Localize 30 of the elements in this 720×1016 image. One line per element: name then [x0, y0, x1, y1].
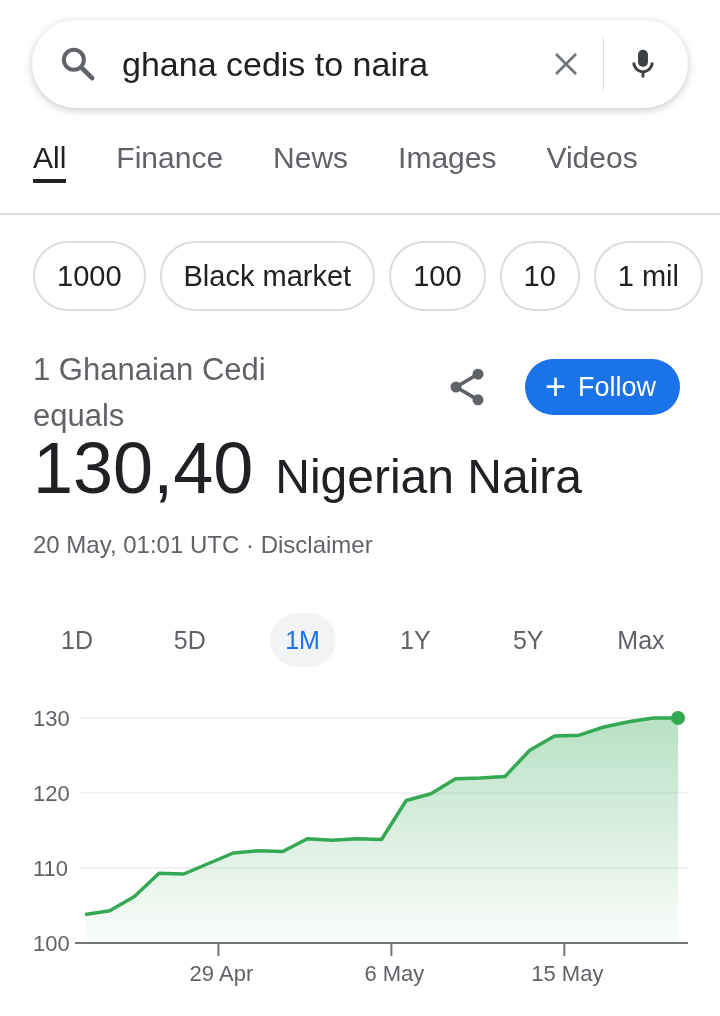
suggestion-chip[interactable]: 10	[499, 241, 580, 311]
currency-name: Nigerian Naira	[275, 449, 582, 504]
update-time: 20 May, 01:01 UTC · Disclaimer	[33, 531, 374, 559]
disclaimer-link[interactable]: Disclaimer	[260, 531, 373, 558]
axis-label: 6 May	[364, 961, 425, 986]
range-tab[interactable]: 1Y	[382, 613, 449, 667]
suggestion-chip[interactable]: 100	[389, 241, 486, 311]
axis-label: 100	[33, 931, 70, 956]
suggestion-chip[interactable]: 1 mil	[593, 241, 703, 311]
range-tab[interactable]: 1D	[44, 613, 110, 667]
suggestion-chip[interactable]: 1000	[33, 241, 146, 311]
axis-label: 120	[33, 781, 70, 806]
search-tab[interactable]: Images	[398, 136, 497, 196]
base-amount: 1 Ghanaian Cedi equals	[33, 351, 267, 435]
axis-label: 110	[33, 856, 69, 881]
search-tab[interactable]: Finance	[116, 136, 224, 196]
search-field[interactable]: ghana cedis to naira	[114, 44, 535, 84]
end-point	[671, 711, 685, 725]
range-tab[interactable]: 5D	[156, 613, 223, 667]
range-tab[interactable]: Max	[608, 613, 674, 667]
axis-label: 130	[33, 706, 70, 731]
search-tab[interactable]: All	[33, 136, 67, 183]
range-tab[interactable]: 5Y	[495, 613, 562, 667]
axis-label: 29 Apr	[189, 961, 254, 986]
suggestion-chip[interactable]: Black market	[159, 241, 376, 311]
range-tab[interactable]: 1M	[269, 613, 336, 667]
axis-label: 15 May	[531, 961, 604, 986]
follow-button[interactable]: + Follow	[525, 359, 681, 415]
search-tab[interactable]: Videos	[546, 136, 638, 196]
search-tab[interactable]: News	[273, 136, 349, 196]
